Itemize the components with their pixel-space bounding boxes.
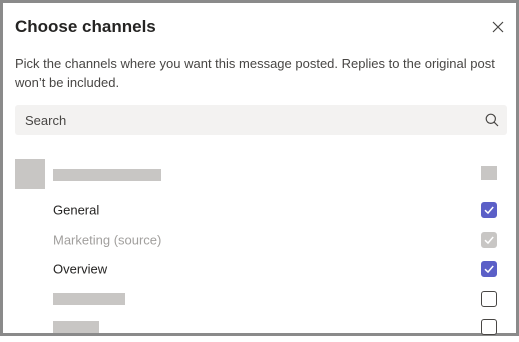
channel-row-redacted[interactable] (3, 312, 516, 342)
channel-checkbox[interactable] (481, 202, 497, 218)
checkmark-icon (484, 265, 494, 274)
dialog-title: Choose channels (15, 17, 156, 36)
team-checkbox-redacted[interactable] (481, 166, 497, 180)
search-icon[interactable] (477, 105, 507, 135)
channel-name-redacted (53, 321, 99, 333)
channel-label: General (53, 202, 100, 218)
channel-row-overview[interactable]: Overview (3, 254, 516, 284)
channel-label: Marketing (source) (53, 232, 162, 248)
channel-checkbox[interactable] (481, 261, 497, 277)
channel-row-marketing: Marketing (source) (3, 225, 516, 255)
checkmark-icon (484, 206, 494, 215)
close-icon (492, 21, 504, 33)
channel-checkbox[interactable] (481, 291, 497, 307)
choose-channels-dialog: Choose channels Pick the channels where … (0, 0, 519, 336)
channel-row-general[interactable]: General (3, 195, 516, 225)
checkmark-icon (484, 236, 494, 245)
channel-label: Overview (53, 261, 108, 277)
channel-checkbox-disabled (481, 232, 497, 248)
channel-checkbox[interactable] (481, 319, 497, 335)
search-box[interactable] (15, 105, 507, 135)
channel-row-redacted[interactable] (3, 284, 516, 314)
team-name-redacted (53, 169, 161, 181)
dialog-description: Pick the channels where you want this me… (15, 56, 495, 90)
channel-name-redacted (53, 293, 125, 305)
team-avatar (15, 159, 45, 189)
search-input[interactable] (15, 105, 477, 135)
close-button[interactable] (488, 17, 508, 37)
